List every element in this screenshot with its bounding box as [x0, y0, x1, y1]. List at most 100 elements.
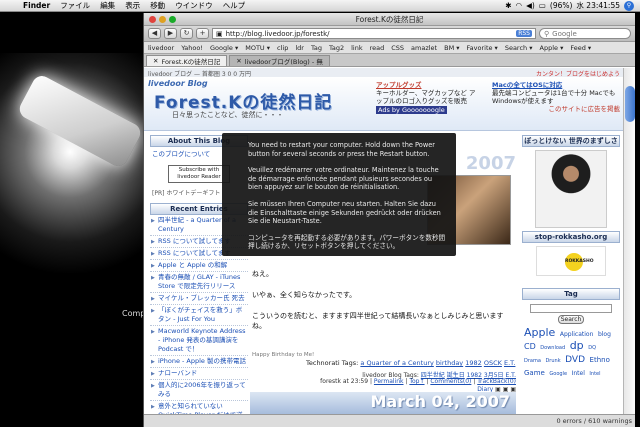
volume-icon[interactable]: ◀) — [526, 1, 535, 10]
search-field[interactable]: ⚲ Google — [539, 28, 631, 39]
back-button[interactable]: ◀ — [148, 28, 161, 39]
tab-label: livedoorブログ(Blog) - 無 — [244, 58, 323, 66]
recent-entry[interactable]: 「ぼくがチェイスを救う」ボタン - Just For You — [150, 305, 248, 326]
recent-entry[interactable]: Apple と Apple の和解 — [150, 260, 248, 272]
livedoor-blog-logo[interactable]: livedoor Blog — [148, 79, 208, 88]
bookmark-item[interactable]: amazlet — [411, 44, 437, 52]
tag-cloud-item[interactable]: Ethno — [590, 356, 610, 364]
bookmark-item[interactable]: Apple ▾ — [540, 44, 564, 52]
page-top-text[interactable]: livedoor ブログ — 首都圏 3 0 0 万円 — [148, 69, 251, 77]
bookmark-item[interactable]: clip — [277, 44, 288, 52]
wifi-icon[interactable]: ◠ — [516, 1, 523, 10]
recent-entry[interactable]: iPhone - Apple 製の携帯電話 — [150, 356, 248, 368]
bookmark-item[interactable]: BM ▾ — [444, 44, 459, 52]
window-titlebar[interactable]: Forest.Kの徒然日記 — [144, 13, 635, 26]
tag-link[interactable]: a Quarter of a Century — [360, 359, 433, 367]
portrait-image[interactable] — [535, 150, 607, 228]
permalink-link[interactable]: Permalink — [374, 378, 404, 385]
bookmark-item[interactable]: Search ▾ — [505, 44, 533, 52]
menu-edit[interactable]: 編集 — [95, 0, 120, 11]
status-errors[interactable]: 0 errors / 610 warnings — [556, 417, 632, 425]
menu-help[interactable]: ヘルプ — [218, 0, 251, 11]
page-top-link[interactable]: カンタン！ブログをはじめよう — [536, 69, 620, 77]
bluetooth-icon[interactable]: ✱ — [505, 1, 511, 10]
battery-icon[interactable]: ▭ — [539, 1, 546, 10]
menu-go[interactable]: 移動 — [145, 0, 170, 11]
tag-cloud-item[interactable]: CD — [524, 342, 536, 351]
tag-cloud-item[interactable]: Intel — [572, 370, 585, 377]
trackback-link[interactable]: TrackBack(0) — [477, 378, 516, 385]
tag-search-button[interactable]: Search — [558, 315, 584, 324]
rokkasho-heading[interactable]: stop-rokkasho.org — [522, 231, 620, 243]
forward-button[interactable]: ▶ — [164, 28, 177, 39]
ad-mac-os[interactable]: Macの全てはOSに対応 最先端コンピュータは1台で十分 Macでも Windo… — [492, 81, 620, 113]
tag-link[interactable]: OSCK — [484, 359, 502, 367]
tab-forestk[interactable]: ✕ Forest.Kの徒然日記 — [146, 55, 228, 66]
close-tab-icon[interactable]: ✕ — [236, 57, 241, 65]
desktop-icon-label[interactable]: Comp — [122, 309, 145, 318]
tab-livedoor[interactable]: ✕ livedoorブログ(Blog) - 無 — [229, 55, 330, 66]
comments-link[interactable]: Comments(0) — [430, 378, 471, 385]
recent-entry[interactable]: ナローバンド — [150, 368, 248, 380]
bookmark-item[interactable]: MOTU ▾ — [245, 44, 270, 52]
search-icon: ⚲ — [544, 29, 550, 38]
tag-cloud-item[interactable]: dp — [570, 339, 584, 352]
tag-cloud-item[interactable]: Google — [549, 371, 567, 377]
add-bookmark-button[interactable]: + — [196, 28, 209, 39]
scroll-thumb[interactable] — [625, 86, 635, 122]
bookmark-item[interactable]: livedoor — [148, 44, 174, 52]
url-text: http://blog.livedoor.jp/forestk/ — [225, 29, 330, 38]
ad-body: 最先端コンピュータは1台で十分 Macでも Windowsが使えます — [492, 89, 616, 105]
page-scrollbar[interactable] — [623, 68, 635, 414]
tag-cloud-item[interactable]: Apple — [524, 326, 555, 339]
ad-apple-goods[interactable]: アップルグッズ キーホルダー、マグカップなど アップルのロゴ入りグッズを販売 A… — [376, 81, 481, 114]
address-bar[interactable]: ▣ http://blog.livedoor.jp/forestk/ RSS — [212, 28, 536, 39]
recent-entry[interactable]: マイケル・ブレッカー氏 死去 — [150, 293, 248, 305]
ad-heading[interactable]: Macの全てはOSに対応 — [492, 81, 620, 89]
restart-message-en: You need to restart your computer. Hold … — [248, 141, 435, 158]
recent-entry[interactable]: 個人的に2006年を振り返ってみる — [150, 380, 248, 401]
bookmark-item[interactable]: Yahoo! — [181, 44, 203, 52]
bookmark-item[interactable]: link — [351, 44, 363, 52]
rss-badge[interactable]: RSS — [516, 30, 532, 37]
menu-finder[interactable]: Finder — [18, 1, 55, 10]
clock[interactable]: 水 23:41:55 — [576, 0, 620, 11]
tag-link[interactable]: birthday — [436, 359, 463, 367]
ad-footer[interactable]: Ads by Gooooooogle — [376, 106, 447, 114]
tag-cloud-item[interactable]: Download — [540, 345, 565, 351]
reload-button[interactable]: ↻ — [180, 28, 193, 39]
tag-link[interactable]: 1982 — [465, 359, 482, 367]
bookmark-item[interactable]: CSS — [391, 44, 404, 52]
tag-cloud-item[interactable]: Application — [560, 331, 594, 338]
tag-cloud-item[interactable]: Intel — [589, 371, 600, 377]
poverty-banner[interactable]: ぼっとけない 世界のまずしさ — [522, 135, 620, 147]
tag-cloud-item[interactable]: DQ — [588, 345, 596, 351]
bookmark-item[interactable]: ldr — [295, 44, 304, 52]
tag-cloud-item[interactable]: blog — [598, 331, 611, 338]
menu-view[interactable]: 表示 — [120, 0, 145, 11]
menu-window[interactable]: ウインドウ — [170, 0, 218, 11]
bookmark-item[interactable]: Tag — [311, 44, 322, 52]
tag-cloud-item[interactable]: DVD — [565, 355, 585, 365]
recent-entry[interactable]: 意外と知られていない QuickTime Player だけで逆 — [150, 401, 248, 414]
menu-file[interactable]: ファイル — [55, 0, 95, 11]
rokkasho-badge[interactable]: ROKKASHO — [536, 246, 606, 276]
bookmark-item[interactable]: Google ▾ — [210, 44, 238, 52]
bookmark-item[interactable]: Tag2 — [329, 44, 344, 52]
tag-link[interactable]: E.T. — [504, 359, 515, 367]
top-link[interactable]: Top↑ — [409, 378, 424, 385]
ad-footer[interactable]: このサイトに広告を掲載 — [492, 105, 621, 113]
bookmark-item[interactable]: read — [370, 44, 385, 52]
close-tab-icon[interactable]: ✕ — [153, 57, 158, 65]
spotlight-icon[interactable]: ⚲ — [624, 0, 634, 11]
bookmark-item[interactable]: Feed ▾ — [570, 44, 591, 52]
tag-cloud-item[interactable]: Drama — [524, 358, 541, 364]
subscribe-button[interactable]: Subscribe with livedoor Reader — [168, 165, 230, 183]
tag-cloud-item[interactable]: Drunk — [545, 358, 560, 364]
recent-entry[interactable]: Macworld Keynote Address - iPhone 発表の基調講… — [150, 326, 248, 356]
bookmark-item[interactable]: Favorite ▾ — [467, 44, 498, 52]
recent-entry[interactable]: 青春の無敵 / GLAY - iTunes Store で限定先行リリース — [150, 272, 248, 293]
tag-search-input[interactable] — [530, 304, 612, 313]
ad-heading[interactable]: アップルグッズ — [376, 81, 481, 89]
tag-cloud-item[interactable]: Game — [524, 369, 545, 377]
